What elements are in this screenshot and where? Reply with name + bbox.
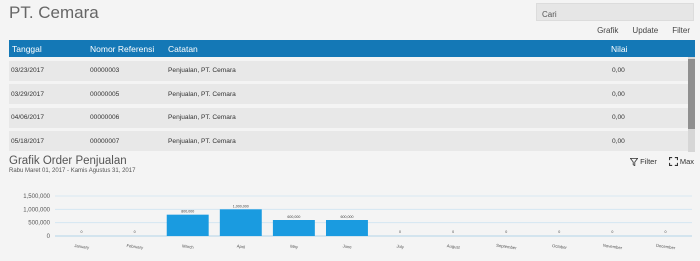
cell-catatan: Penjualan, PT. Cemara <box>168 114 236 121</box>
cell-tanggal: 05/18/2017 <box>11 137 45 145</box>
cell-tanggal: 03/23/2017 <box>11 67 45 74</box>
expand-icon <box>668 157 678 166</box>
chart-max-label: Max <box>679 157 694 166</box>
x-tick-label: January <box>74 243 90 250</box>
x-tick-label: November <box>603 243 623 251</box>
x-tick-label: March <box>182 243 195 250</box>
chart-filter-label: Filter <box>640 157 657 166</box>
toolbar: Grafik Update Filter <box>597 26 690 35</box>
bar <box>272 220 315 236</box>
cell-catatan: Penjualan, PT. Cemara <box>168 67 236 74</box>
column-header-tanggal[interactable]: Tanggal <box>12 44 42 54</box>
x-tick-label: April <box>236 243 245 249</box>
data-label: 0 <box>134 230 136 234</box>
bar <box>219 209 262 236</box>
chart-filter-button[interactable]: Filter <box>630 157 657 166</box>
cell-nomor-referensi: 00000005 <box>90 90 120 98</box>
table-header: Tanggal Nomor Referensi Catatan Nilai <box>9 40 695 57</box>
data-label: 0 <box>664 230 666 234</box>
cell-nilai: 0,00 <box>612 137 625 145</box>
cell-tanggal: 03/29/2017 <box>11 90 45 98</box>
update-button[interactable]: Update <box>632 26 658 35</box>
data-label: 0 <box>399 230 401 234</box>
page-title: PT. Cemara <box>9 3 99 22</box>
data-label: 800,000 <box>181 210 194 214</box>
data-label: 0 <box>505 230 507 234</box>
search-input[interactable] <box>537 6 693 23</box>
cell-catatan: Penjualan, PT. Cemara <box>168 90 236 98</box>
funnel-icon <box>630 157 639 166</box>
search-box[interactable] <box>536 3 694 23</box>
cell-catatan: Penjualan, PT. Cemara <box>168 137 236 145</box>
cell-tanggal: 04/06/2017 <box>11 114 45 121</box>
column-header-catatan[interactable]: Catatan <box>168 44 198 54</box>
table-row[interactable]: 03/29/2017 00000005 Penjualan, PT. Cemar… <box>9 84 695 104</box>
cell-nomor-referensi: 00000003 <box>90 67 120 74</box>
orders-table: Tanggal Nomor Referensi Catatan Nilai 03… <box>9 40 695 152</box>
bar <box>325 220 368 236</box>
y-tick-label: 0 <box>47 234 51 240</box>
x-tick-label: December <box>656 243 676 251</box>
cell-nomor-referensi: 00000006 <box>90 114 120 121</box>
scrollbar-thumb[interactable] <box>688 59 695 129</box>
data-label: 600,000 <box>340 215 353 219</box>
data-label: 600,000 <box>287 215 300 219</box>
grafik-button[interactable]: Grafik <box>597 26 618 35</box>
y-tick-label: 1,500,000 <box>23 194 50 200</box>
y-tick-label: 500,000 <box>28 221 50 227</box>
chart-actions: Filter Max <box>630 157 694 166</box>
x-tick-label: July <box>396 244 405 250</box>
chart-max-button[interactable]: Max <box>668 157 694 166</box>
bar <box>166 214 209 236</box>
x-tick-label: October <box>552 243 568 250</box>
data-label: 0 <box>611 230 613 234</box>
cell-nilai: 0,00 <box>612 90 625 98</box>
data-label: 1,000,000 <box>233 204 249 208</box>
x-tick-label: September <box>496 243 518 251</box>
column-header-nomor-referensi[interactable]: Nomor Referensi <box>90 44 154 54</box>
chart-date-range: Rabu Maret 01, 2017 - Kamis Agustus 31, … <box>9 168 136 174</box>
chart-title: Grafik Order Penjualan <box>9 155 127 167</box>
table-row[interactable]: 05/18/2017 00000007 Penjualan, PT. Cemar… <box>9 131 695 151</box>
table-scrollbar[interactable] <box>688 57 695 152</box>
x-tick-label: August <box>447 243 461 250</box>
x-tick-label: February <box>126 243 144 250</box>
table-row[interactable]: 04/06/2017 00000006 Penjualan, PT. Cemar… <box>9 107 695 128</box>
cell-nomor-referensi: 00000007 <box>90 137 120 145</box>
table-row[interactable]: 03/23/2017 00000003 Penjualan, PT. Cemar… <box>9 60 695 81</box>
data-label: 0 <box>452 230 454 234</box>
y-tick-label: 1,000,000 <box>23 207 50 213</box>
filter-button[interactable]: Filter <box>672 26 690 35</box>
cell-nilai: 0,00 <box>612 114 625 121</box>
column-header-nilai[interactable]: Nilai <box>611 44 628 54</box>
data-label: 0 <box>81 230 83 234</box>
cell-nilai: 0,00 <box>612 67 625 74</box>
order-bar-chart: 0 500,000 1,000,000 1,500,000 0 January 0 Febru… <box>23 194 692 251</box>
x-tick-label: May <box>290 243 299 249</box>
x-tick-label: June <box>342 243 352 249</box>
data-label: 0 <box>558 230 560 234</box>
